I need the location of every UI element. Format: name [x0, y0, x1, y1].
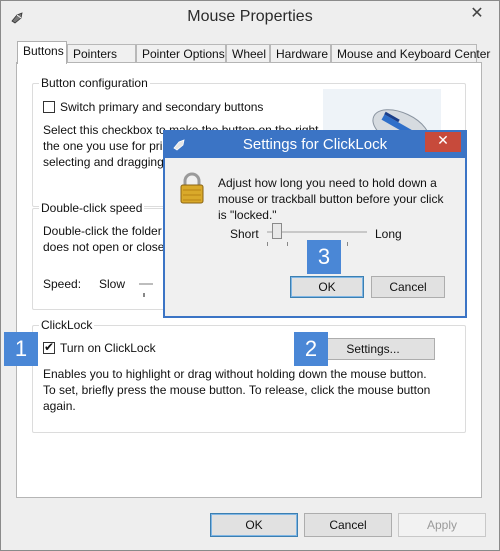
tab-buttons[interactable]: Buttons: [17, 41, 67, 64]
long-label: Long: [375, 227, 402, 241]
dialog-desc-line: is "locked.": [218, 208, 277, 222]
clicklock-group: ClickLock ✔ Turn on ClickLock Settings..…: [32, 318, 466, 433]
step-badge-1: 1: [4, 332, 38, 366]
dialog-body: Adjust how long you need to hold down a …: [165, 158, 465, 316]
dialog-title: Settings for ClickLock: [242, 136, 388, 153]
slow-label: Slow: [99, 277, 126, 291]
clicklock-desc-line: To set, briefly press the mouse button. …: [43, 383, 431, 397]
tab-hardware[interactable]: Hardware: [270, 44, 331, 62]
switch-buttons-checkbox[interactable]: [43, 101, 55, 113]
clicklock-checkbox[interactable]: ✔: [43, 340, 55, 354]
slider-tick: [143, 293, 145, 297]
dialog-desc-line: Adjust how long you need to hold down a: [218, 176, 437, 190]
clicklock-label[interactable]: Turn on ClickLock: [60, 340, 156, 356]
clicklock-desc-line: again.: [43, 399, 76, 413]
speed-label: Speed:: [43, 277, 82, 291]
tab-pointer-options[interactable]: Pointer Options: [136, 44, 226, 62]
switch-buttons-label[interactable]: Switch primary and secondary buttons: [60, 99, 263, 115]
close-icon[interactable]: ✕: [463, 3, 491, 23]
clicklock-speed-slider[interactable]: [267, 231, 367, 233]
tab-wheel[interactable]: Wheel: [226, 44, 270, 62]
dialog-ok-button[interactable]: OK: [290, 276, 364, 298]
double-click-speed-slider[interactable]: [139, 283, 153, 285]
checkmark-icon: ✔: [44, 340, 55, 354]
window-title: Mouse Properties: [187, 8, 313, 25]
tab-pointers[interactable]: Pointers: [67, 44, 136, 62]
slider-thumb[interactable]: [272, 223, 282, 239]
dialog-desc-line: mouse or trackball button before your cl…: [218, 192, 444, 206]
apply-button[interactable]: Apply: [398, 513, 486, 537]
group-title: Double-click speed: [39, 201, 145, 215]
lock-icon: [180, 172, 204, 204]
clicklock-settings-button[interactable]: Settings...: [311, 338, 435, 360]
double-click-desc-line: does not open or close: [43, 240, 165, 254]
group-title: Button configuration: [39, 76, 150, 90]
double-click-desc-line: Double-click the folder t: [43, 224, 169, 238]
button-config-desc-line: selecting and dragging: [43, 155, 164, 169]
title-bar: Mouse Properties ✕: [1, 1, 499, 35]
dialog-title-bar: Settings for ClickLock ✕: [163, 130, 467, 158]
tab-mouse-keyboard-center[interactable]: Mouse and Keyboard Center: [331, 44, 490, 62]
ok-button[interactable]: OK: [210, 513, 298, 537]
dialog-close-icon[interactable]: ✕: [425, 130, 461, 152]
dialog-cancel-button[interactable]: Cancel: [371, 276, 445, 298]
clicklock-settings-dialog: Settings for ClickLock ✕ Adjust how long…: [163, 130, 467, 318]
group-title: ClickLock: [39, 318, 95, 332]
short-label: Short: [230, 227, 259, 241]
step-badge-2: 2: [294, 332, 328, 366]
button-config-desc-line: the one you use for prim: [43, 139, 173, 153]
step-badge-3: 3: [307, 240, 341, 274]
clicklock-desc-line: Enables you to highlight or drag without…: [43, 367, 427, 381]
cancel-button[interactable]: Cancel: [304, 513, 392, 537]
